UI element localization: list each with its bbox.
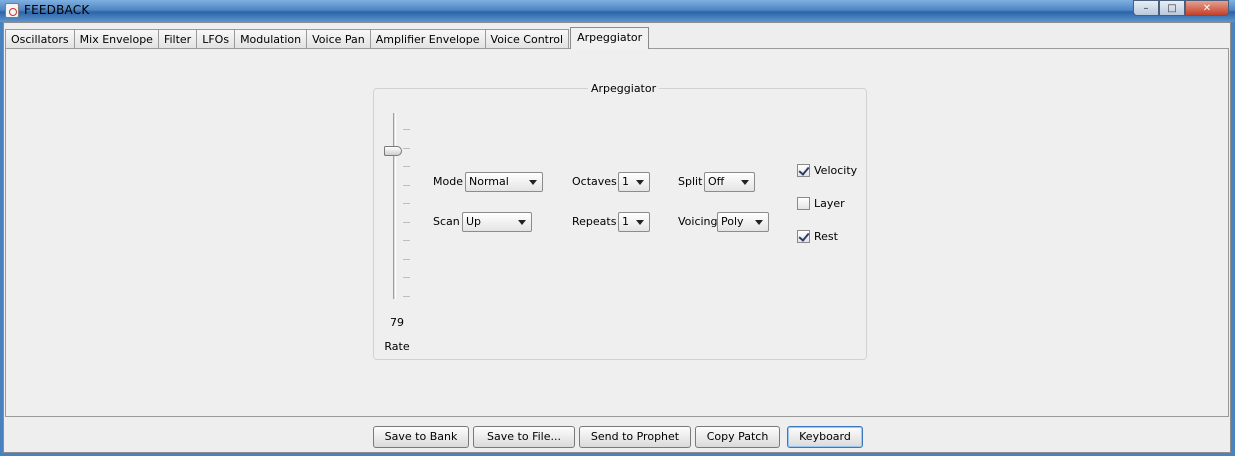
send-to-prophet-button[interactable]: Send to Prophet	[579, 426, 691, 448]
repeats-select-value: 1	[622, 215, 629, 228]
window-client-area: Oscillators Mix Envelope Filter LFOs Mod…	[3, 22, 1231, 453]
minimize-button[interactable]: –	[1133, 0, 1159, 16]
arpeggiator-panel: Arpeggiator 79 Rate Mode Normal Scan Up …	[373, 82, 867, 360]
mode-select[interactable]: Normal	[465, 172, 543, 192]
chevron-down-icon	[755, 220, 763, 225]
voicing-select[interactable]: Poly	[717, 212, 769, 232]
slider-tick	[403, 185, 410, 186]
slider-tick	[403, 129, 410, 130]
voicing-label: Voicing	[678, 215, 718, 228]
tab-oscillators[interactable]: Oscillators	[5, 29, 75, 49]
keyboard-button[interactable]: Keyboard	[787, 426, 863, 448]
slider-tick	[403, 222, 410, 223]
maximize-button[interactable]: □	[1159, 0, 1185, 16]
repeats-select[interactable]: 1	[618, 212, 650, 232]
split-select[interactable]: Off	[704, 172, 755, 192]
chevron-down-icon	[741, 180, 749, 185]
mode-select-value: Normal	[469, 175, 509, 188]
chevron-down-icon	[636, 220, 644, 225]
chevron-down-icon	[518, 220, 526, 225]
slider-tick	[403, 296, 410, 297]
split-label: Split	[678, 175, 703, 188]
tab-amplifier-envelope[interactable]: Amplifier Envelope	[369, 29, 486, 49]
tab-voice-control[interactable]: Voice Control	[484, 29, 570, 49]
velocity-label: Velocity	[814, 164, 858, 177]
button-bar: Save to Bank Save to File... Send to Pro…	[4, 419, 1230, 453]
chevron-down-icon	[529, 180, 537, 185]
rest-label: Rest	[814, 230, 838, 243]
slider-tick	[403, 259, 410, 260]
java-app-icon	[5, 3, 19, 18]
rate-label: Rate	[384, 340, 410, 353]
chevron-down-icon	[636, 180, 644, 185]
layer-checkbox[interactable]: Layer	[797, 197, 845, 210]
mode-label: Mode	[433, 175, 463, 188]
tab-mix-envelope[interactable]: Mix Envelope	[73, 29, 159, 49]
scan-select-value: Up	[466, 215, 482, 228]
tab-arpeggiator[interactable]: Arpeggiator	[570, 27, 650, 49]
octaves-select[interactable]: 1	[618, 172, 650, 192]
rest-checkbox[interactable]: Rest	[797, 230, 838, 243]
layer-label: Layer	[814, 197, 845, 210]
scan-select[interactable]: Up	[462, 212, 532, 232]
window-title: FEEDBACK	[24, 3, 90, 17]
window-controls: – □ ✕	[1133, 0, 1229, 16]
tab-lfos[interactable]: LFOs	[196, 29, 236, 49]
checkbox-checked-icon	[797, 164, 810, 177]
velocity-checkbox[interactable]: Velocity	[797, 164, 857, 177]
slider-tick	[403, 240, 410, 241]
tab-bar: Oscillators Mix Envelope Filter LFOs Mod…	[5, 27, 650, 49]
panel-title: Arpeggiator	[588, 82, 660, 95]
scan-label: Scan	[433, 215, 460, 228]
tab-content-area: Arpeggiator 79 Rate Mode Normal Scan Up …	[5, 48, 1229, 417]
octaves-label: Octaves	[572, 175, 617, 188]
slider-tick	[403, 148, 410, 149]
tab-filter[interactable]: Filter	[157, 29, 198, 49]
slider-tick	[403, 203, 410, 204]
rate-slider-thumb[interactable]	[384, 146, 402, 156]
voicing-select-value: Poly	[721, 215, 744, 228]
title-bar: FEEDBACK – □ ✕	[0, 0, 1235, 22]
split-select-value: Off	[708, 175, 725, 188]
tab-voice-pan[interactable]: Voice Pan	[306, 29, 371, 49]
rate-slider-track[interactable]	[393, 113, 396, 299]
repeats-label: Repeats	[572, 215, 617, 228]
tab-modulation[interactable]: Modulation	[234, 29, 308, 49]
save-to-bank-button[interactable]: Save to Bank	[373, 426, 469, 448]
save-to-file-button[interactable]: Save to File...	[473, 426, 575, 448]
slider-tick	[403, 166, 410, 167]
checkbox-unchecked-icon	[797, 197, 810, 210]
copy-patch-button[interactable]: Copy Patch	[695, 426, 780, 448]
slider-tick	[403, 277, 410, 278]
octaves-select-value: 1	[622, 175, 629, 188]
rate-value: 79	[390, 316, 404, 329]
close-button[interactable]: ✕	[1185, 0, 1229, 16]
checkbox-checked-icon	[797, 230, 810, 243]
